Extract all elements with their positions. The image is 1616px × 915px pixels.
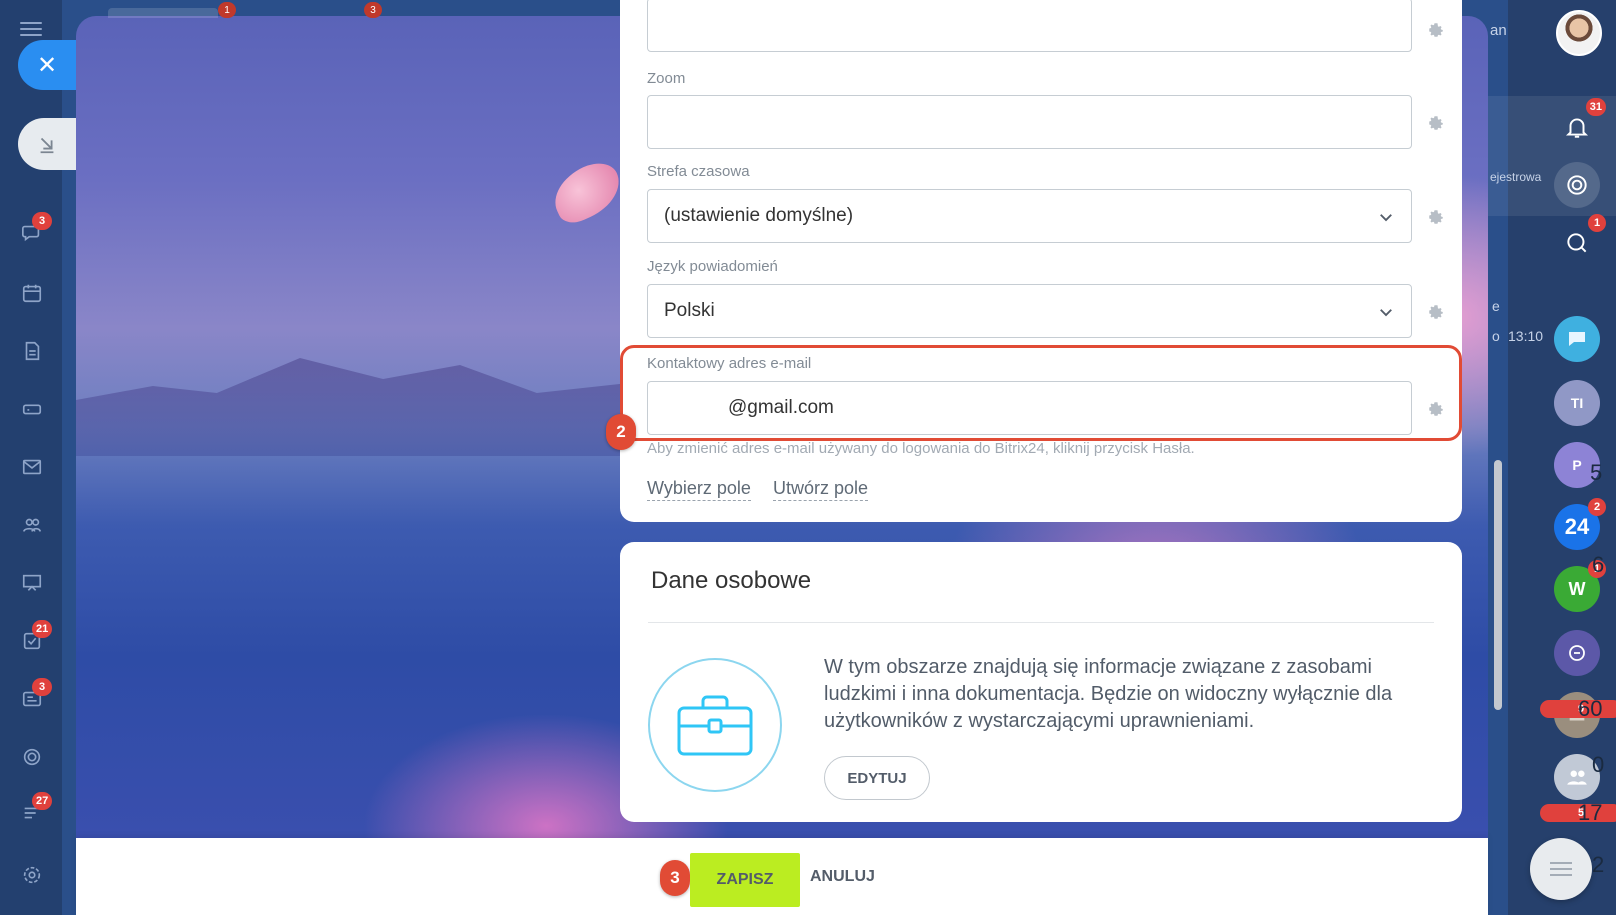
copilot-chat-icon bbox=[1569, 645, 1585, 661]
rail-snippet-name: an bbox=[1490, 22, 1507, 39]
rail-bitrix24-label: 24 bbox=[1564, 514, 1590, 539]
rail-bitrix24-badge: 2 bbox=[1588, 498, 1606, 516]
rail-count-1: 5 bbox=[1590, 460, 1603, 485]
notification-language-settings[interactable] bbox=[1426, 302, 1446, 322]
gear-icon bbox=[1429, 210, 1443, 224]
rail-bitrix24[interactable]: 24 2 bbox=[1554, 498, 1606, 550]
zoom-label: Zoom bbox=[647, 70, 686, 87]
rail-contact-ti[interactable]: TI bbox=[1554, 380, 1600, 426]
rail-chat-button[interactable]: 1 bbox=[1554, 214, 1606, 266]
message-icon bbox=[1569, 332, 1585, 346]
close-icon: ✕ bbox=[36, 51, 58, 79]
choose-field-link[interactable]: Wybierz pole bbox=[647, 478, 751, 501]
gear-icon bbox=[1429, 116, 1443, 130]
tasks-icon[interactable]: 21 bbox=[18, 620, 53, 654]
notifications-button[interactable]: 31 bbox=[1554, 98, 1606, 150]
list-icon bbox=[1550, 862, 1572, 876]
user-avatar[interactable] bbox=[1556, 10, 1602, 56]
top-badge-b: 3 bbox=[364, 2, 382, 18]
copilot-icon bbox=[1567, 175, 1587, 195]
edit-personal-data-button[interactable]: EDYTUJ bbox=[824, 756, 930, 800]
menu-icon[interactable] bbox=[20, 22, 42, 36]
field-top-input[interactable] bbox=[647, 0, 1412, 52]
personal-data-illustration bbox=[648, 658, 782, 792]
zoom-input[interactable] bbox=[647, 95, 1412, 149]
chat-search-icon bbox=[1567, 233, 1587, 253]
timezone-value: (ustawienie domyślne) bbox=[664, 205, 854, 226]
save-button[interactable]: ZAPISZ bbox=[690, 853, 800, 907]
mail-icon[interactable] bbox=[18, 454, 46, 480]
top-badge-a: 1 bbox=[218, 2, 236, 18]
rail-snippet-time: 13:10 bbox=[1508, 328, 1544, 344]
timeman-icon[interactable]: 27 bbox=[18, 792, 53, 826]
chat-icon[interactable]: 3 bbox=[18, 212, 52, 246]
notification-language-value: Polski bbox=[664, 300, 715, 321]
feed-icon[interactable]: 3 bbox=[18, 678, 52, 712]
rail-messages-button[interactable] bbox=[1554, 316, 1600, 362]
gear-icon bbox=[1429, 23, 1443, 37]
chevron-down-icon bbox=[1380, 214, 1392, 222]
minimize-slider-button[interactable] bbox=[18, 118, 76, 170]
field-top-settings[interactable] bbox=[1426, 20, 1446, 40]
email-hint: Aby zmienić adres e-mail używany do logo… bbox=[647, 440, 1195, 457]
personal-data-card: Dane osobowe W tym obszarze znajdują się… bbox=[620, 542, 1462, 822]
personal-data-title: Dane osobowe bbox=[651, 567, 812, 594]
background-petal bbox=[545, 155, 629, 229]
goals-icon[interactable] bbox=[18, 744, 46, 770]
rail-count-5: 17 bbox=[1578, 800, 1603, 825]
timezone-select[interactable]: (ustawienie domyślne) bbox=[647, 189, 1412, 243]
minimize-icon bbox=[40, 137, 54, 154]
rail-count-4: 0 bbox=[1592, 752, 1605, 777]
chevron-down-icon bbox=[1380, 309, 1392, 317]
timeman-badge: 27 bbox=[32, 792, 53, 810]
notification-language-label: Język powiadomień bbox=[647, 258, 778, 275]
rail-copilot-chat[interactable] bbox=[1554, 630, 1600, 676]
create-field-link[interactable]: Utwórz pole bbox=[773, 478, 869, 501]
step-badge-email: 2 bbox=[606, 414, 636, 450]
rail-contact-w-label: W bbox=[1568, 578, 1586, 599]
top-tab-strip bbox=[108, 8, 218, 18]
chat-badge: 3 bbox=[32, 212, 52, 230]
settings-icon[interactable] bbox=[18, 862, 46, 888]
gear-icon bbox=[1429, 305, 1443, 319]
profile-fields-card: Zoom Strefa czasowa (ustawienie domyślne… bbox=[620, 0, 1462, 522]
contacts-icon[interactable] bbox=[18, 512, 46, 538]
personal-data-divider bbox=[648, 622, 1434, 623]
email-highlight-box bbox=[620, 345, 1462, 441]
slider-scrollbar[interactable] bbox=[1494, 460, 1502, 710]
rail-snippet-e: e bbox=[1492, 298, 1500, 314]
bell-icon bbox=[1565, 118, 1589, 138]
rail-menu-button[interactable] bbox=[1530, 838, 1592, 900]
rail-copilot-button[interactable] bbox=[1554, 162, 1600, 208]
tasks-badge: 21 bbox=[32, 620, 53, 638]
rail-chat-badge: 1 bbox=[1588, 214, 1606, 232]
notifications-badge: 31 bbox=[1585, 98, 1606, 116]
rail-count-6: 2 bbox=[1592, 852, 1605, 877]
zoom-settings[interactable] bbox=[1426, 113, 1446, 133]
step-badge-save: 3 bbox=[660, 860, 690, 896]
rail-count-3: 60 bbox=[1578, 696, 1603, 721]
rail-count-2: 6 bbox=[1592, 552, 1605, 577]
documents-icon[interactable] bbox=[18, 338, 46, 364]
drive-icon[interactable] bbox=[18, 396, 46, 422]
cancel-button[interactable]: ANULUJ bbox=[810, 868, 875, 886]
rail-snippet-o: o bbox=[1492, 328, 1500, 344]
group-icon bbox=[1567, 770, 1587, 785]
personal-data-description: W tym obszarze znajdują się informacje z… bbox=[824, 656, 1393, 732]
briefcase-icon bbox=[677, 695, 753, 756]
timezone-label: Strefa czasowa bbox=[647, 163, 750, 180]
timezone-settings[interactable] bbox=[1426, 207, 1446, 227]
close-slider-button[interactable]: ✕ bbox=[18, 40, 76, 90]
rail-snippet-register: ejestrowa bbox=[1490, 170, 1542, 184]
notification-language-select[interactable]: Polski bbox=[647, 284, 1412, 338]
feed-badge: 3 bbox=[32, 678, 52, 696]
calendar-icon[interactable] bbox=[18, 280, 46, 306]
presentation-icon[interactable] bbox=[18, 570, 46, 596]
